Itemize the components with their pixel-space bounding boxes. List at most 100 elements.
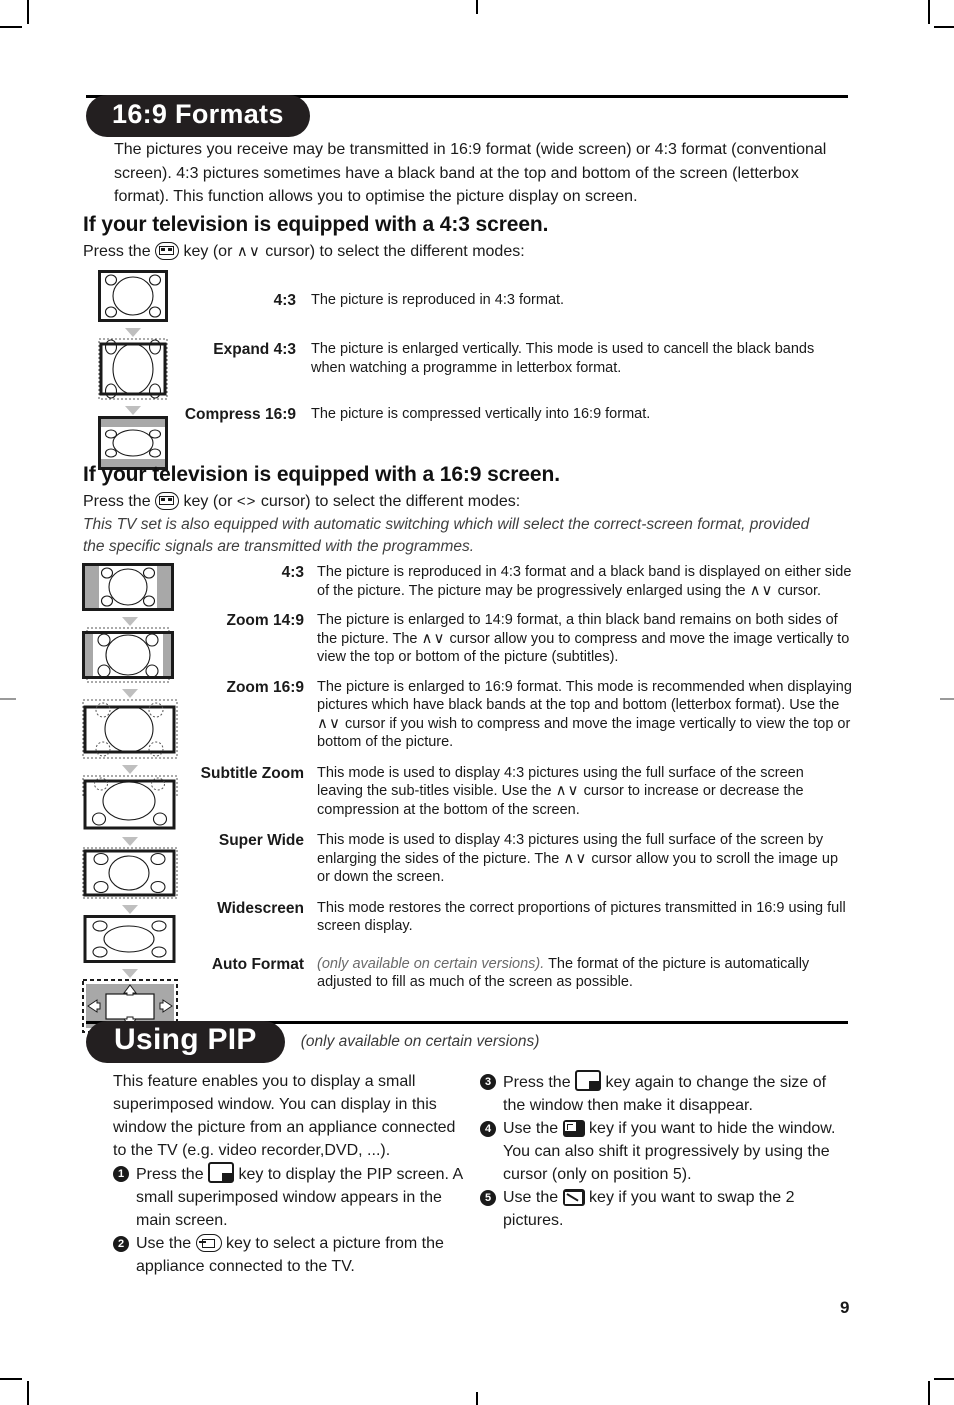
step-text-before: Use the [503, 1120, 559, 1137]
thumbnails-43 [98, 270, 168, 475]
step-text: Press the key again to change the size o… [503, 1070, 848, 1117]
format-label: Compress 16:9 [184, 406, 296, 423]
step-text: Use the key if you want to hide the wind… [503, 1117, 848, 1186]
tv-illustration-subtitle-zoom [82, 775, 178, 830]
source-key-icon [195, 1234, 222, 1252]
format-key-icon [155, 492, 180, 510]
press-text-before: Press the [83, 243, 151, 260]
swap-pictures-key-icon [562, 1189, 585, 1206]
tv-illustration-widescreen [83, 915, 176, 963]
format-description-part1: The picture is enlarged to 16:9 format. … [317, 678, 852, 714]
format-description: The picture is reproduced in 4:3 format. [311, 292, 565, 308]
step-text-before: Press the [503, 1074, 571, 1091]
auto-switching-note: This TV set is also equipped with automa… [83, 516, 810, 555]
thumb-169-subtitle-zoom [82, 775, 178, 836]
format-description: The picture is enlarged vertically. This… [311, 341, 815, 376]
format-description: The picture is reproduced in 4:3 format … [317, 563, 853, 600]
step-text-before: Press the [136, 1166, 204, 1183]
press-instruction-43: Press the key (or ∧∨ cursor) to select t… [83, 241, 783, 263]
press-text-after: cursor) to select the different modes: [265, 243, 525, 260]
press-text-middle: key (or [183, 243, 233, 260]
format-row: Super Wide This mode is used to display … [188, 831, 853, 887]
format-label: 4:3 [273, 292, 296, 309]
format-description-part2: cursor. [777, 582, 822, 599]
pip-availability-note: (only available on certain versions) [300, 1033, 540, 1050]
format-row: Auto Format (only available on certain v… [188, 955, 853, 992]
fold-mark-top [476, 0, 478, 14]
section-header-pip: Using PIP (only available on certain ver… [86, 1021, 539, 1063]
hide-window-key-icon [562, 1120, 585, 1137]
format-description: The picture is enlarged to 14:9 format, … [317, 611, 853, 667]
step-number: 1 [113, 1166, 129, 1182]
press-instruction-169: Press the key (or <> cursor) to select t… [83, 491, 783, 513]
pip-intro-paragraph: This feature enables you to display a sm… [113, 1073, 456, 1159]
section-header-formats: 16:9 Formats [86, 95, 310, 137]
updown-cursor-glyph: ∧∨ [421, 629, 446, 647]
press-text-before: Press the [83, 493, 151, 510]
crop-mark-bottom-right-h [934, 1378, 954, 1380]
format-row: Zoom 16:9 The picture is enlarged to 16:… [188, 678, 853, 752]
format-row: Expand 4:3 The picture is enlarged verti… [170, 340, 850, 377]
leftright-cursor-glyph: <> [236, 493, 257, 510]
pip-key-icon [208, 1162, 235, 1183]
pip-step-2: 2 Use the key to select a picture from t… [113, 1232, 465, 1278]
heading-169-screen: If your television is equipped with a 16… [83, 463, 560, 486]
format-description: The picture is compressed vertically int… [311, 406, 651, 422]
thumb-169-super-wide [82, 847, 178, 904]
thumb-43-expand [98, 338, 168, 405]
thumbnails-169 [82, 563, 178, 1038]
tv-illustration-zoom-169 [82, 699, 178, 759]
format-row: Subtitle Zoom This mode is used to displ… [188, 764, 853, 820]
transition-arrow-icon [122, 969, 138, 978]
crop-mark-bottom-left-h [0, 1378, 22, 1380]
format-row: 4:3 The picture is reproduced in 4:3 for… [170, 291, 850, 310]
crop-mark-top-right-v [928, 0, 930, 24]
format-label: 4:3 [281, 564, 304, 581]
tv-illustration-super-wide [82, 847, 178, 899]
thumb-169-zoom149 [82, 627, 178, 688]
thumb-169-zoom169 [82, 699, 178, 764]
crop-mark-top-left-h [0, 26, 22, 28]
format-description: The picture is enlarged to 16:9 format. … [317, 678, 853, 752]
step-text: Use the key if you want to swap the 2 pi… [503, 1186, 848, 1232]
format-label: Super Wide [218, 832, 304, 849]
tv-illustration-compress-169 [98, 416, 168, 470]
crop-mark-bottom-right-v [928, 1381, 930, 1405]
format-label: Expand 4:3 [213, 341, 296, 358]
thumb-169-widescreen [82, 915, 178, 968]
format-label: Widescreen [217, 899, 304, 917]
thumb-43-normal [98, 270, 168, 327]
pip-step-3: 3 Press the key again to change the size… [480, 1070, 848, 1117]
fold-mark-bottom [476, 1392, 478, 1405]
transition-arrow-icon [122, 905, 138, 914]
updown-cursor-glyph: ∧∨ [555, 782, 580, 799]
registration-mark-right [940, 698, 954, 700]
banner-label-formats: 16:9 Formats [86, 95, 310, 137]
banner-label-pip: Using PIP [86, 1021, 285, 1063]
format-list-43: 4:3 The picture is reproduced in 4:3 for… [170, 291, 850, 424]
format-label: Subtitle Zoom [200, 764, 304, 782]
pip-key-icon [575, 1070, 602, 1091]
thumb-169-43 [82, 563, 178, 616]
transition-arrow-icon [122, 837, 138, 846]
formats-intro-paragraph: The pictures you receive may be transmit… [114, 141, 827, 205]
availability-note: (only available on certain versions). [317, 955, 545, 972]
heading-43-screen: If your television is equipped with a 4:… [83, 213, 549, 236]
press-text-middle: key (or [183, 493, 233, 510]
transition-arrow-icon [122, 765, 138, 774]
updown-cursor-glyph: ∧∨ [749, 581, 774, 599]
transition-arrow-icon [125, 406, 141, 415]
press-text-after: cursor) to select the different modes: [260, 493, 521, 510]
pip-step-5: 5 Use the key if you want to swap the 2 … [480, 1186, 848, 1232]
pip-left-column: This feature enables you to display a sm… [113, 1070, 465, 1278]
crop-mark-top-right-h [934, 26, 954, 28]
format-row: 4:3 The picture is reproduced in 4:3 for… [188, 563, 853, 600]
updown-cursor-glyph: ∧∨ [317, 714, 341, 732]
step-text-before: Use the [503, 1189, 559, 1206]
step-number: 3 [480, 1074, 496, 1090]
tv-illustration-zoom-149 [82, 627, 174, 683]
format-description-part2: cursor if you wish to compress and move … [317, 715, 851, 751]
format-row: Zoom 14:9 The picture is enlarged to 14:… [188, 611, 853, 667]
step-number: 5 [480, 1190, 496, 1206]
step-number: 4 [480, 1121, 496, 1137]
